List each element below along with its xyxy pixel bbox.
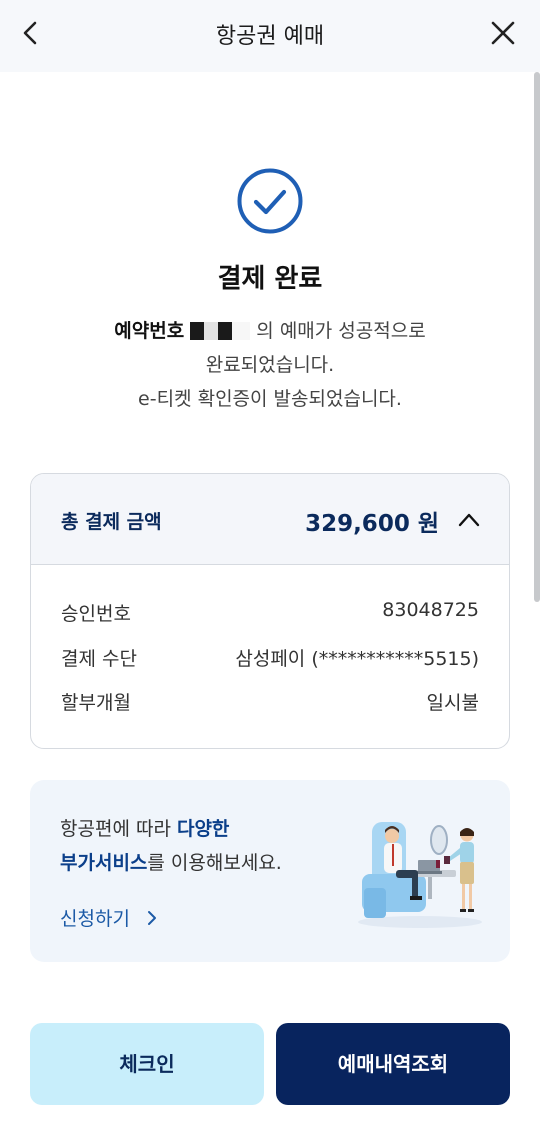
installment-label: 할부개월 — [61, 692, 131, 714]
promo-line-2: 부가서비스를 이용해보세요. — [60, 848, 282, 875]
apply-link-label: 신청하기 — [60, 908, 130, 930]
promo-highlight-1: 다양한 — [176, 818, 230, 840]
installment-value: 일시불 — [426, 692, 479, 714]
chevron-right-icon — [147, 911, 156, 925]
payment-method-label: 결제 수단 — [61, 648, 137, 670]
top-bar: 항공권 예매 — [0, 0, 540, 72]
extra-services-banner: 항공편에 따라 다양한 부가서비스를 이용해보세요. 신청하기 — [30, 780, 510, 962]
payment-total-header[interactable]: 총 결제 금액 329,600 원 — [31, 474, 509, 565]
promo-line-1: 항공편에 따라 다양한 — [60, 814, 229, 841]
payment-summary-card: 총 결제 금액 329,600 원 승인번호 83048725 결제 수단 삼성… — [30, 473, 510, 749]
approval-number-label: 승인번호 — [61, 603, 131, 625]
checkin-button[interactable]: 체크인 — [30, 1023, 264, 1105]
total-payment-amount: 329,600 원 — [305, 511, 439, 537]
promo-prefix: 항공편에 따라 — [60, 818, 177, 840]
close-icon[interactable] — [486, 16, 520, 50]
message-line-1-text: 의 예매가 성공적으로 — [256, 320, 426, 342]
message-line-2: 완료되었습니다. — [205, 354, 335, 376]
apply-link[interactable]: 신청하기 — [60, 904, 158, 931]
payment-method-value: 삼성페이 (***********5515) — [235, 648, 479, 670]
status-message: 예약번호 의 예매가 성공적으로 완료되었습니다. e-티켓 확인증이 발송되었… — [0, 314, 540, 416]
status-title: 결제 완료 — [217, 264, 323, 294]
booking-number-redacted — [190, 320, 251, 342]
promo-highlight-2: 부가서비스 — [60, 852, 148, 874]
booking-number-label: 예약번호 — [114, 320, 185, 342]
promo-suffix: 를 이용해보세요. — [147, 852, 282, 874]
message-line-3: e-티켓 확인증이 발송되었습니다. — [138, 388, 402, 410]
chevron-up-icon[interactable] — [457, 510, 481, 528]
cabin-service-illustration — [358, 822, 482, 928]
page-title: 항공권 예매 — [215, 24, 325, 49]
approval-number-value: 83048725 — [382, 599, 479, 621]
booking-history-button[interactable]: 예매내역조회 — [276, 1023, 510, 1105]
message-line-1: 예약번호 의 예매가 성공적으로 — [0, 314, 540, 348]
total-payment-label: 총 결제 금액 — [61, 511, 162, 533]
check-circle-icon — [237, 168, 303, 234]
